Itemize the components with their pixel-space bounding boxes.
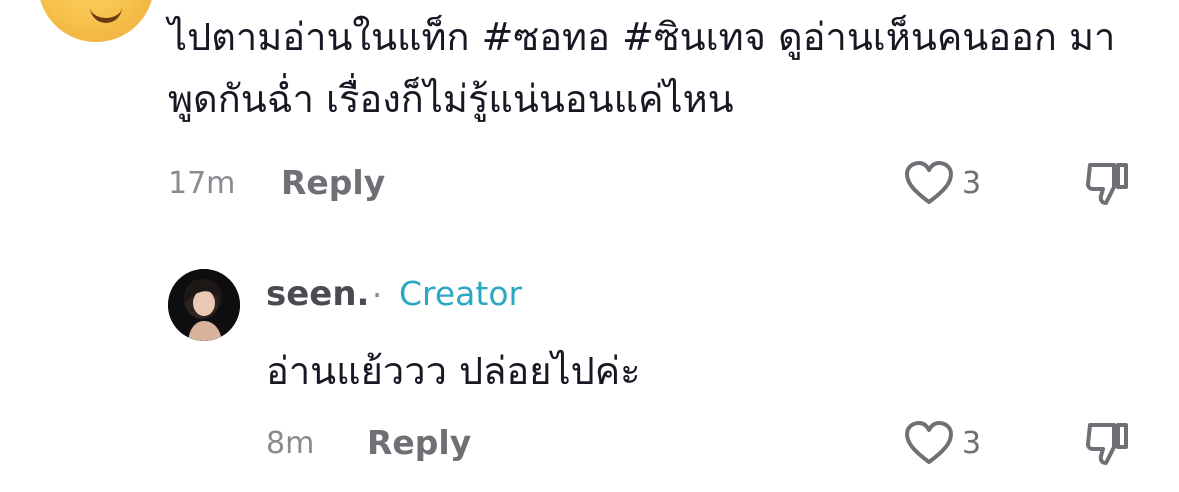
thumbs-down-icon[interactable] [1084, 160, 1130, 208]
comment-timestamp: 17m [168, 166, 236, 201]
thumbs-down-icon[interactable] [1084, 420, 1130, 468]
heart-icon[interactable] [904, 160, 954, 206]
comment-like-count: 3 [962, 166, 982, 201]
heart-icon[interactable] [904, 420, 954, 466]
reply-like-count: 3 [962, 426, 982, 461]
commenter-avatar[interactable] [38, 0, 154, 42]
smile-face [90, 4, 122, 23]
reply-text: อ่านแย้ววว ปล่อยไปค่ะ [266, 349, 641, 393]
creator-badge: Creator [399, 274, 523, 313]
creator-avatar[interactable] [168, 269, 240, 341]
comment-reply-button[interactable]: Reply [281, 163, 385, 202]
separator-dot: · [372, 276, 383, 314]
reply-timestamp: 8m [266, 426, 315, 461]
comment-text: ไปตามอ่านในแท็ก #ซอทอ #ซินเทจ ดูอ่านเห็น… [168, 15, 1116, 121]
reply-username[interactable]: seen. [266, 274, 369, 314]
reply-reply-button[interactable]: Reply [367, 423, 471, 462]
